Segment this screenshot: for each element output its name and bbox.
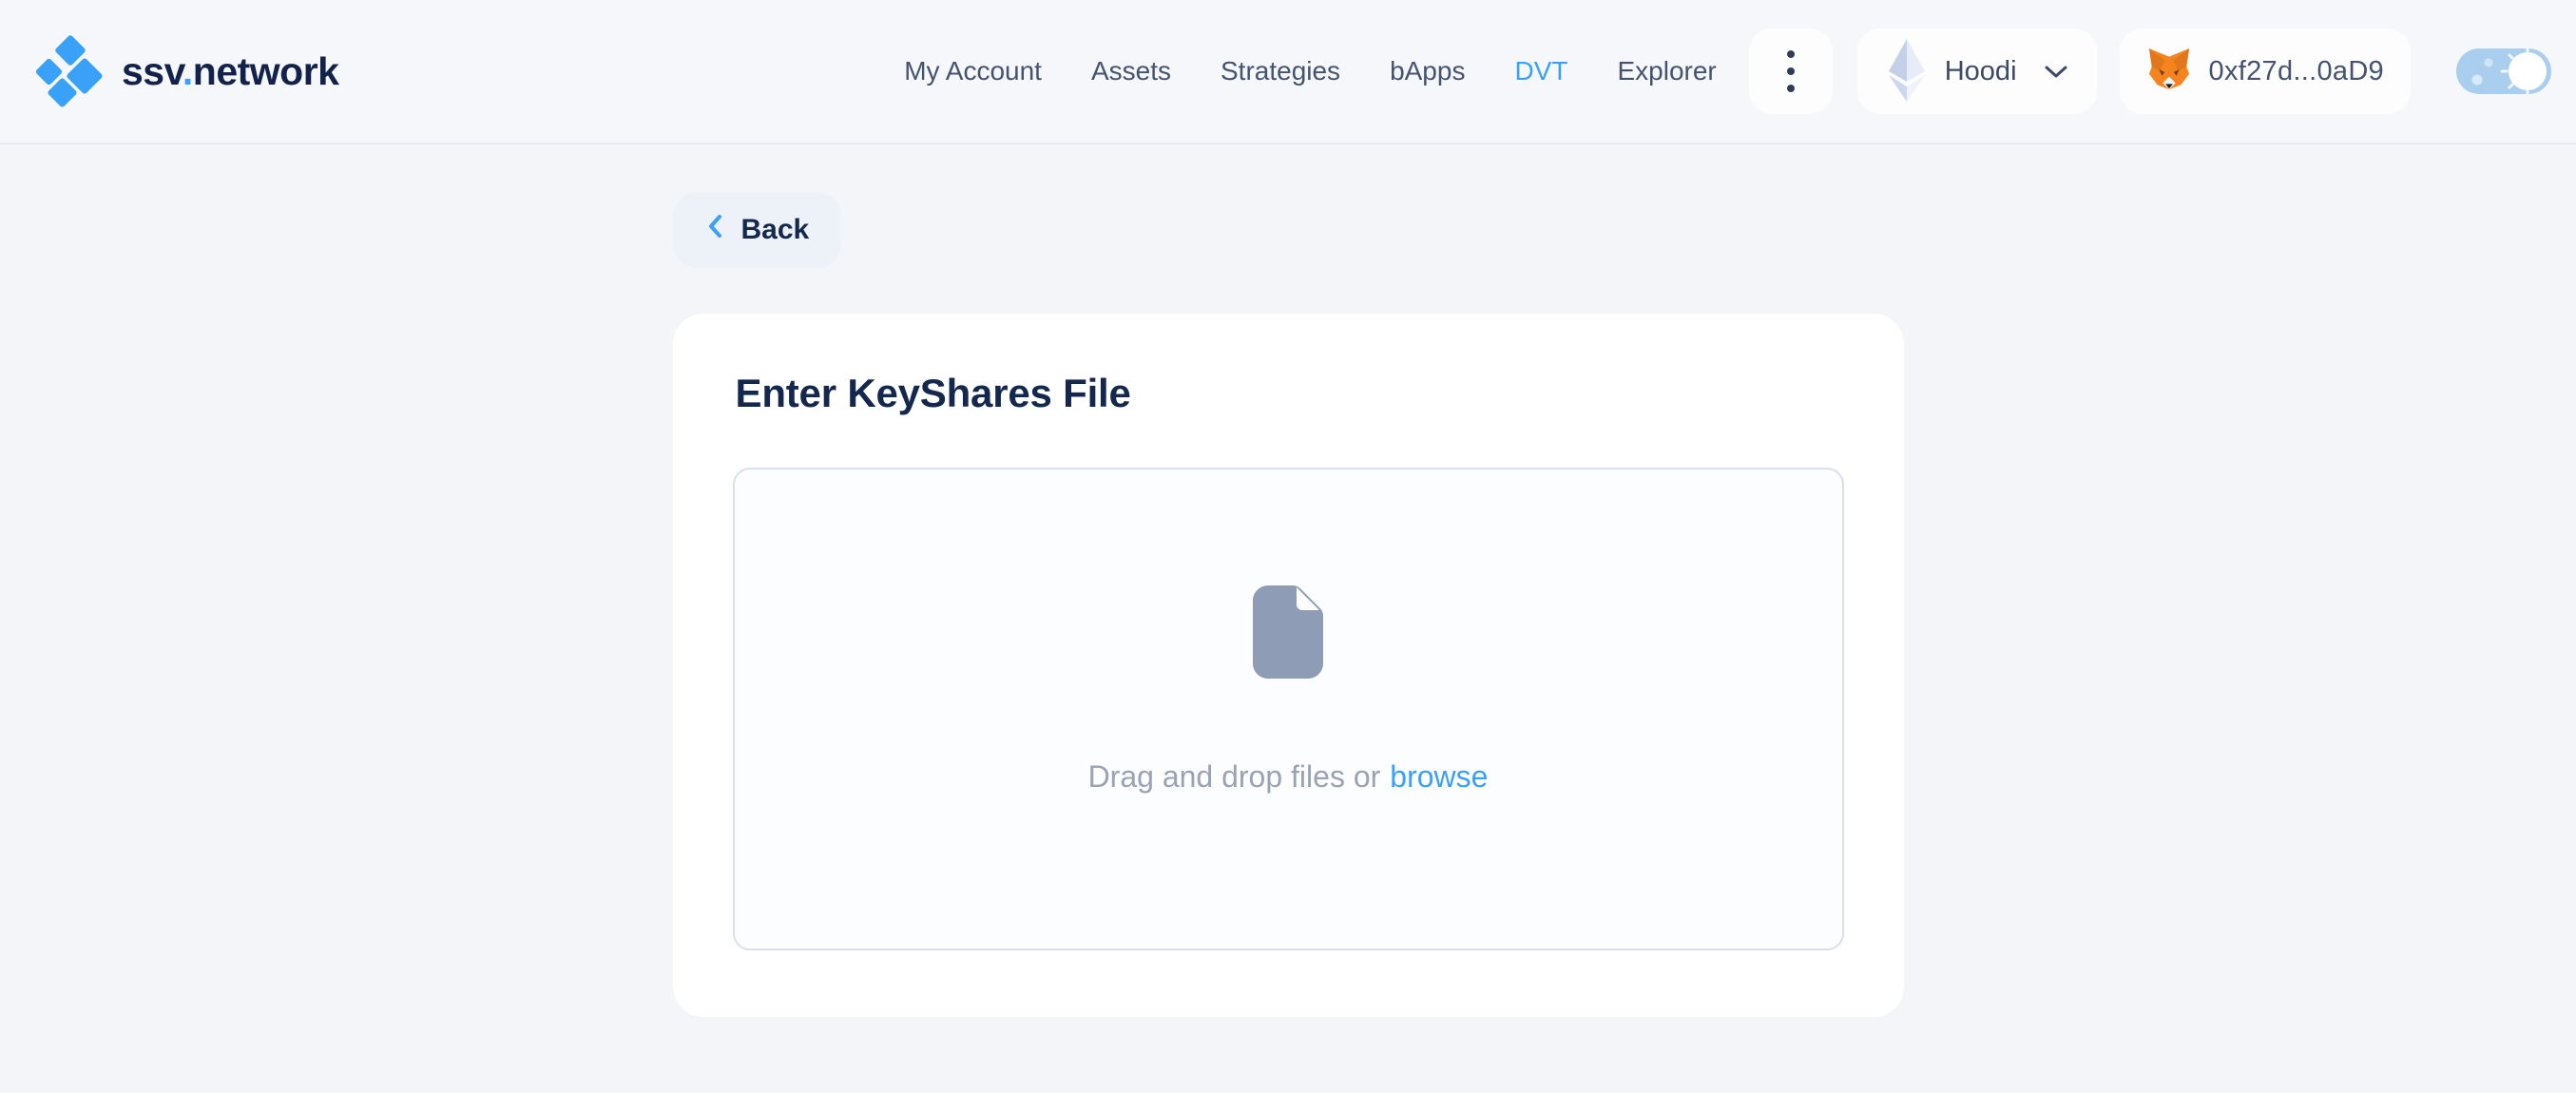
nav-item-my-account[interactable]: My Account (904, 56, 1042, 86)
network-name: Hoodi (1945, 56, 2017, 87)
ssv-network-logo[interactable]: ssv.network (36, 37, 338, 105)
dropzone-prompt: Drag and drop files orbrowse (1088, 759, 1489, 795)
chevron-down-icon (2044, 65, 2068, 83)
theme-toggle[interactable] (2456, 48, 2551, 94)
more-menu-button[interactable] (1749, 29, 1833, 114)
back-button[interactable]: Back (673, 192, 842, 268)
nav-item-assets[interactable]: Assets (1091, 56, 1171, 86)
sun-icon (2509, 52, 2547, 90)
keyshares-card: Enter KeyShares File Drag and drop files… (673, 314, 1904, 1017)
wallet-button[interactable]: 0xf27d...0aD9 (2120, 29, 2411, 114)
nav-item-bapps[interactable]: bApps (1390, 56, 1465, 86)
wallet-address: 0xf27d...0aD9 (2209, 56, 2384, 87)
back-button-label: Back (741, 214, 810, 246)
network-selector[interactable]: Hoodi (1857, 29, 2097, 114)
page-content: Back Enter KeyShares File Drag and drop … (673, 144, 1904, 1017)
nav-item-strategies[interactable]: Strategies (1221, 56, 1340, 86)
card-title: Enter KeyShares File (736, 371, 1844, 416)
file-icon (1253, 585, 1323, 683)
kebab-vertical-icon (1787, 50, 1795, 92)
ethereum-icon (1886, 37, 1928, 106)
file-dropzone[interactable]: Drag and drop files orbrowse (733, 468, 1844, 950)
main-nav: My Account Assets Strategies bApps DVT E… (904, 56, 1717, 86)
nav-item-dvt[interactable]: DVT (1514, 56, 1567, 86)
top-navigation-bar: ssv.network My Account Assets Strategies… (0, 0, 2576, 144)
browse-link[interactable]: browse (1390, 759, 1488, 794)
ssv-logo-icon (36, 37, 103, 105)
logo-wordmark: ssv.network (122, 49, 338, 94)
chevron-left-icon (705, 213, 724, 247)
metamask-fox-icon (2146, 48, 2192, 94)
nav-item-explorer[interactable]: Explorer (1617, 56, 1716, 86)
